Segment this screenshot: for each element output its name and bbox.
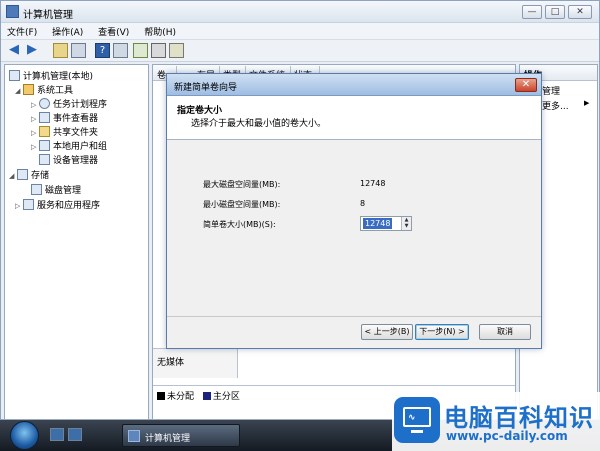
collapse-icon[interactable]: ◢: [15, 87, 23, 95]
tools-icon: [23, 84, 34, 95]
next-button[interactable]: 下一步(N) >: [415, 324, 469, 340]
tree-item-local-users[interactable]: ▷ 本地用户和组: [31, 139, 107, 153]
expand-icon[interactable]: ▷: [15, 202, 23, 210]
navigation-tree: 计算机管理(本地) ◢ 系统工具 ▷ 任务计划程序 ▷ 事件查看器 ▷ 共享文件夹 ▷ 本…: [4, 64, 149, 420]
no-media-label: 无媒体: [157, 358, 185, 368]
users-icon: [39, 140, 50, 151]
tree-item-root[interactable]: 计算机管理(本地): [9, 69, 93, 83]
help-icon[interactable]: ?: [95, 43, 110, 58]
window-title: 计算机管理: [23, 10, 73, 21]
tree-item-disk-management[interactable]: 磁盘管理: [31, 183, 81, 197]
computer-management-icon: [6, 5, 19, 18]
expand-icon[interactable]: ▷: [31, 129, 39, 137]
new-simple-volume-wizard: 新建简单卷向导 ✕ 指定卷大小 选择介于最大和最小值的卷大小。 最大磁盘空间量(…: [166, 73, 542, 349]
tree-item-system-tools[interactable]: ◢ 系统工具: [15, 83, 73, 97]
watermark-url: www.pc-daily.com: [446, 429, 568, 443]
services-icon: [23, 199, 34, 210]
forward-arrow-icon[interactable]: ▶: [27, 43, 42, 58]
event-viewer-icon: [39, 112, 50, 123]
menu-file[interactable]: 文件(F): [1, 23, 43, 40]
menu-bar: 文件(F) 操作(A) 查看(V) 帮助(H): [1, 23, 599, 40]
min-space-value: 8: [360, 199, 366, 208]
disk-icon: [31, 184, 42, 195]
volume-size-stepper[interactable]: 12748 ▲ ▼: [360, 216, 412, 231]
refresh-icon[interactable]: [133, 43, 148, 58]
tree-item-event-viewer[interactable]: ▷ 事件查看器: [31, 111, 98, 125]
tree-item-device-manager[interactable]: 设备管理器: [39, 153, 98, 167]
minimize-button[interactable]: —: [522, 5, 542, 19]
expand-icon[interactable]: ▷: [31, 143, 39, 151]
tree-item-storage[interactable]: ◢ 存储: [9, 168, 49, 182]
spin-arrows-icon[interactable]: ▲ ▼: [401, 217, 411, 230]
tree-item-task-scheduler[interactable]: ▷ 任务计划程序: [31, 97, 107, 111]
taskbar-item-label: 计算机管理: [145, 434, 191, 444]
wizard-title: 新建简单卷向导: [174, 83, 238, 93]
action-manage[interactable]: 管理: [542, 84, 560, 97]
shared-folder-icon: [39, 126, 50, 137]
show-tree-icon[interactable]: [71, 43, 86, 58]
computer-management-icon: [128, 430, 140, 442]
expand-icon[interactable]: ▷: [31, 115, 39, 123]
watermark-name: 电脑百科知识: [444, 404, 594, 432]
export-icon[interactable]: [151, 43, 166, 58]
switch-windows-icon[interactable]: [68, 428, 82, 441]
wizard-heading: 指定卷大小: [177, 106, 223, 116]
watermark: ∿ 电脑百科知识 www.pc-daily.com: [392, 392, 600, 451]
menu-view[interactable]: 查看(V): [92, 23, 135, 40]
volume-size-value[interactable]: 12748: [363, 218, 393, 229]
max-space-label: 最大磁盘空间量(MB):: [203, 180, 281, 189]
storage-icon: [17, 169, 28, 180]
menu-help[interactable]: 帮助(H): [138, 23, 182, 40]
up-folder-icon[interactable]: [53, 43, 68, 58]
action-more[interactable]: 更多...: [542, 99, 569, 112]
min-space-label: 最小磁盘空间量(MB):: [203, 200, 281, 209]
wizard-separator: [167, 316, 541, 317]
start-button[interactable]: [10, 421, 39, 450]
title-bar: 计算机管理 — □ ✕: [1, 1, 599, 23]
menu-action[interactable]: 操作(A): [46, 23, 89, 40]
unallocated-swatch: [157, 392, 165, 400]
primary-partition-swatch: [202, 392, 211, 400]
taskbar-item-computer-management[interactable]: 计算机管理: [122, 424, 240, 447]
cancel-button[interactable]: 取消: [479, 324, 531, 340]
monitor-logo-icon: ∿: [394, 397, 440, 443]
settings-icon[interactable]: [169, 43, 184, 58]
wizard-header: 指定卷大小 选择介于最大和最小值的卷大小。: [167, 96, 541, 140]
volume-size-label: 简单卷大小(MB)(S):: [203, 220, 276, 229]
column-volume[interactable]: 卷: [157, 68, 166, 81]
maximize-button[interactable]: □: [545, 5, 565, 19]
max-space-value: 12748: [360, 179, 386, 188]
tree-item-shared-folders[interactable]: ▷ 共享文件夹: [31, 125, 98, 139]
computer-icon: [9, 70, 20, 81]
submenu-arrow-icon[interactable]: ▶: [584, 99, 589, 107]
cdrom-disk-block[interactable]: 无媒体: [153, 348, 238, 378]
close-button[interactable]: ✕: [568, 5, 592, 19]
wizard-subheading: 选择介于最大和最小值的卷大小。: [191, 119, 327, 129]
properties-icon[interactable]: [113, 43, 128, 58]
tree-item-services-apps[interactable]: ▷ 服务和应用程序: [15, 198, 100, 212]
clock-icon: [39, 98, 50, 109]
expand-icon[interactable]: ▷: [31, 101, 39, 109]
collapse-icon[interactable]: ◢: [9, 172, 17, 180]
show-desktop-icon[interactable]: [50, 428, 64, 441]
wizard-close-button[interactable]: ✕: [515, 78, 537, 92]
wizard-title-bar: 新建简单卷向导 ✕: [167, 74, 541, 96]
back-button[interactable]: < 上一步(B): [361, 324, 413, 340]
toolbar: ◀ ▶ ?: [1, 40, 599, 62]
device-manager-icon: [39, 154, 50, 165]
back-arrow-icon[interactable]: ◀: [9, 43, 24, 58]
cdrom-disk-area: [239, 348, 515, 378]
